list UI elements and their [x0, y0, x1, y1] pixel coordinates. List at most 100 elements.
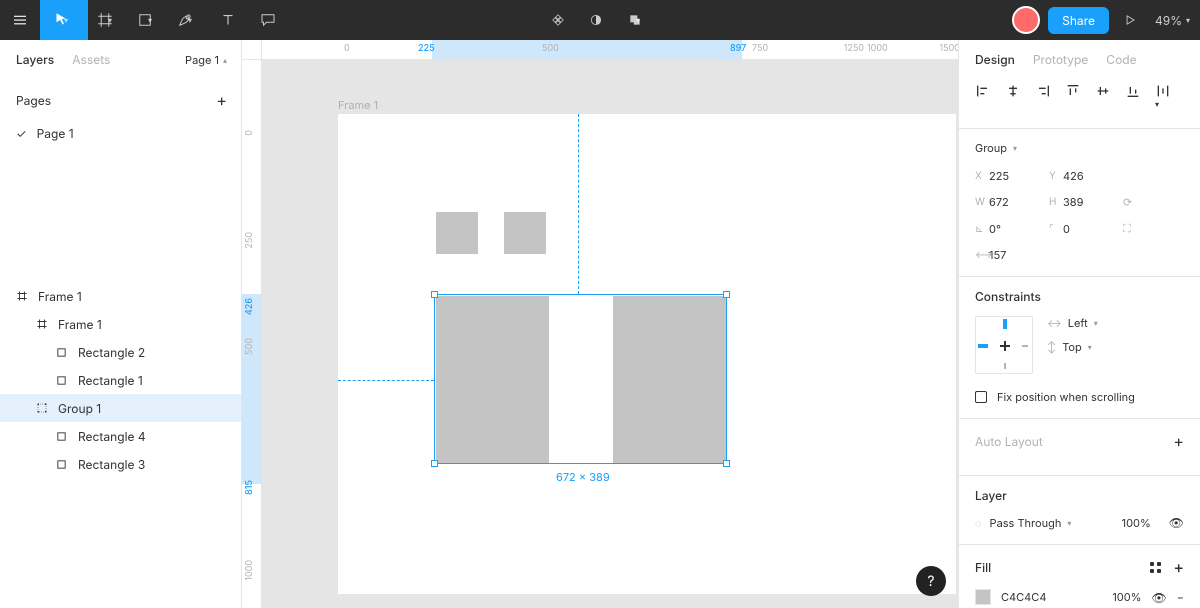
- menu-button[interactable]: [0, 0, 40, 40]
- pen-tool[interactable]: ▾: [168, 0, 208, 40]
- components-icon[interactable]: [545, 0, 571, 40]
- corner-icon: ⌜: [1049, 223, 1063, 235]
- constraints-widget[interactable]: [975, 316, 1033, 374]
- fill-styles-button[interactable]: [1150, 562, 1161, 573]
- corner-input[interactable]: 0: [1063, 222, 1123, 236]
- fill-hex-input[interactable]: C4C4C4: [1001, 590, 1046, 604]
- fill-visibility-toggle[interactable]: 👁: [1151, 590, 1166, 605]
- y-input[interactable]: 426: [1063, 169, 1123, 183]
- fix-position-label: Fix position when scrolling: [997, 390, 1135, 404]
- align-hcenter-icon[interactable]: [1005, 83, 1021, 114]
- fill-opacity-input[interactable]: 100%: [1112, 590, 1141, 604]
- resize-handle-sw[interactable]: [431, 460, 438, 467]
- chevron-down-icon: ▾: [148, 15, 160, 25]
- blend-icon: ◌: [975, 516, 982, 530]
- frame-tool[interactable]: ▾: [88, 0, 128, 40]
- boolean-icon[interactable]: ▾: [621, 0, 655, 40]
- node-type-select[interactable]: Group ▾: [975, 141, 1184, 155]
- fill-header: Fill: [975, 560, 991, 575]
- align-top-icon[interactable]: [1065, 83, 1081, 114]
- pages-header: Pages: [16, 93, 51, 108]
- layer-opacity-input[interactable]: 100%: [1122, 516, 1151, 530]
- chevron-down-icon: ▾: [108, 15, 120, 25]
- fix-position-checkbox[interactable]: [975, 391, 987, 403]
- ruler-vertical: 0 250 500 1000 426 815: [242, 60, 262, 608]
- page-row[interactable]: ✓ Page 1: [0, 120, 241, 147]
- resize-handle-ne[interactable]: [723, 291, 730, 298]
- add-fill-button[interactable]: +: [1173, 557, 1184, 577]
- page-switcher[interactable]: Page 1 ▴: [185, 53, 227, 67]
- zoom-select[interactable]: 49% ▾: [1151, 13, 1190, 28]
- layer-rect[interactable]: Rectangle 2: [0, 338, 241, 366]
- guide-horizontal: [338, 380, 434, 381]
- tab-assets[interactable]: Assets: [72, 52, 110, 67]
- frame-label[interactable]: Frame 1: [338, 98, 378, 112]
- autolayout-header: Auto Layout: [975, 434, 1043, 449]
- gap-input[interactable]: 157: [989, 248, 1049, 262]
- app-toolbar: ▾ ▾ ▾ ▾ ▾: [0, 0, 1200, 40]
- move-tool[interactable]: ▾: [40, 0, 88, 40]
- layer-rect[interactable]: Rectangle 1: [0, 366, 241, 394]
- tab-design[interactable]: Design: [975, 52, 1015, 67]
- rect-icon: [56, 459, 70, 470]
- layer-header: Layer: [975, 488, 1184, 503]
- chevron-down-icon: ▾: [1186, 15, 1190, 25]
- constraint-v-select[interactable]: ↕Top▾: [1047, 340, 1098, 354]
- selection-dimensions: 672 × 389: [552, 468, 614, 486]
- constraints-header: Constraints: [975, 289, 1184, 304]
- link-size-icon[interactable]: ⟳: [1123, 195, 1143, 209]
- visibility-toggle[interactable]: 👁: [1169, 515, 1184, 530]
- rect-icon: [56, 375, 70, 386]
- independent-corners-icon[interactable]: ⛶: [1123, 221, 1143, 236]
- layer-rect[interactable]: Rectangle 4: [0, 422, 241, 450]
- resize-handle-se[interactable]: [723, 460, 730, 467]
- share-button[interactable]: Share: [1048, 7, 1109, 34]
- rect-icon: [56, 347, 70, 358]
- resize-handle-nw[interactable]: [431, 291, 438, 298]
- chevron-down-icon: ▾: [636, 15, 648, 25]
- help-button[interactable]: ?: [916, 566, 946, 596]
- canvas[interactable]: 0 500 750 1000 1250 1500 225 897 0 250 5…: [242, 40, 958, 608]
- w-input[interactable]: 672: [989, 195, 1049, 209]
- tab-code[interactable]: Code: [1106, 52, 1136, 67]
- tab-layers[interactable]: Layers: [16, 52, 54, 67]
- align-bottom-icon[interactable]: [1125, 83, 1141, 114]
- chevron-down-icon: ▾: [188, 15, 200, 25]
- x-input[interactable]: 225: [989, 169, 1049, 183]
- h-input[interactable]: 389: [1063, 195, 1123, 209]
- left-panel: Layers Assets Page 1 ▴ Pages + ✓ Page 1 …: [0, 40, 242, 608]
- ruler-horizontal: 0 500 750 1000 1250 1500 225 897: [262, 40, 958, 60]
- text-tool[interactable]: [208, 0, 248, 40]
- angle-icon: ⊾: [975, 223, 989, 235]
- rect-icon: [56, 431, 70, 442]
- selection-box[interactable]: [434, 294, 727, 464]
- avatar[interactable]: [1012, 6, 1040, 34]
- align-right-icon[interactable]: [1035, 83, 1051, 114]
- add-autolayout-button[interactable]: +: [1173, 431, 1184, 451]
- layer-group-selected[interactable]: Group 1: [0, 394, 241, 422]
- frame-icon: [16, 290, 30, 302]
- check-icon: ✓: [16, 126, 27, 141]
- present-button[interactable]: [1117, 0, 1143, 40]
- remove-fill-button[interactable]: −: [1177, 590, 1184, 604]
- layer-frame[interactable]: Frame 1: [0, 310, 241, 338]
- rotation-input[interactable]: 0°: [989, 222, 1049, 236]
- rectangle-2[interactable]: [504, 212, 546, 254]
- blend-mode-select[interactable]: Pass Through▾: [990, 516, 1072, 530]
- distribute-icon[interactable]: ▾: [1155, 83, 1171, 114]
- tab-prototype[interactable]: Prototype: [1033, 52, 1088, 67]
- rectangle-1[interactable]: [436, 212, 478, 254]
- y-label: Y: [1049, 170, 1063, 182]
- layer-frame[interactable]: Frame 1: [0, 282, 241, 310]
- comment-tool[interactable]: [248, 0, 288, 40]
- shape-tool[interactable]: ▾: [128, 0, 168, 40]
- group-icon: [36, 402, 50, 414]
- mask-icon[interactable]: [583, 0, 609, 40]
- constraint-h-select[interactable]: ↔Left▾: [1047, 316, 1098, 330]
- layer-rect[interactable]: Rectangle 3: [0, 450, 241, 478]
- h-label: H: [1049, 196, 1063, 208]
- add-page-button[interactable]: +: [216, 90, 227, 110]
- align-left-icon[interactable]: [975, 83, 991, 114]
- fill-swatch[interactable]: [975, 589, 991, 605]
- align-vcenter-icon[interactable]: [1095, 83, 1111, 114]
